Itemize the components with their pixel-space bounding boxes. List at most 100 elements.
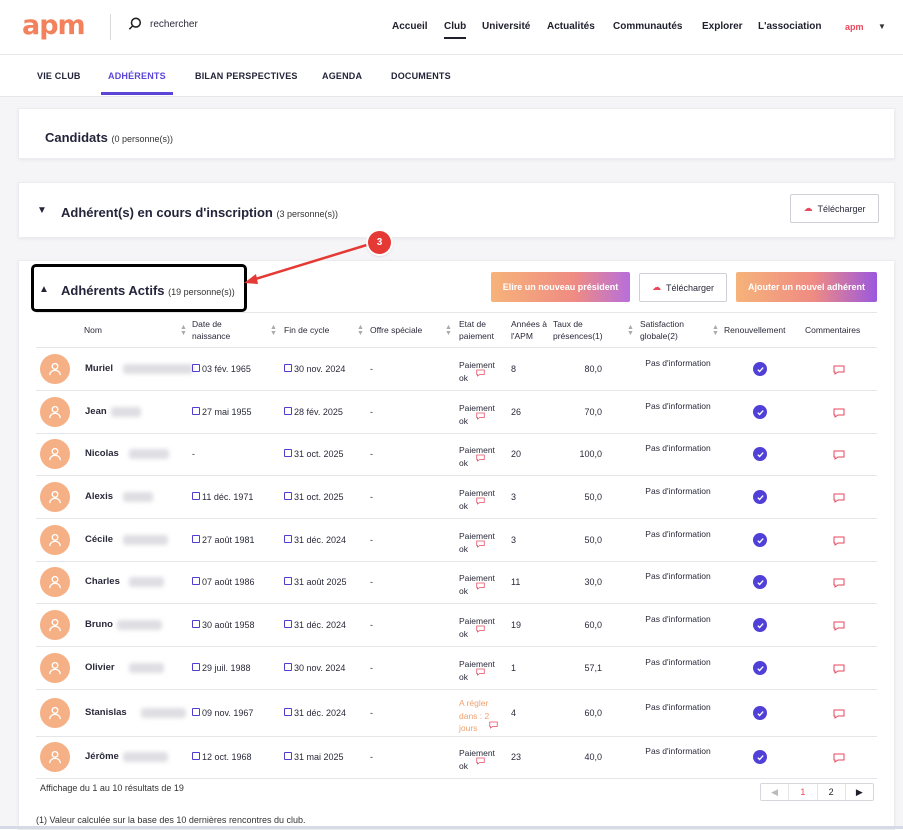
- comment-icon[interactable]: [833, 578, 845, 588]
- sort-icon[interactable]: ▲ ▼: [627, 324, 634, 337]
- comment-icon[interactable]: [833, 365, 845, 375]
- comment-icon[interactable]: [833, 450, 845, 460]
- global-satisfaction: Pas d'information: [645, 657, 711, 667]
- column-header[interactable]: Années à l'APM: [511, 318, 551, 342]
- calendar-icon: [192, 535, 200, 543]
- page-2-button[interactable]: 2: [818, 784, 846, 800]
- column-header[interactable]: Date de naissance: [192, 318, 247, 342]
- page-1-button[interactable]: 1: [789, 784, 818, 800]
- nav-association[interactable]: L'association: [758, 21, 822, 32]
- comment-icon[interactable]: [476, 625, 485, 633]
- comment-icon[interactable]: [833, 621, 845, 631]
- check-circle-icon[interactable]: [753, 362, 767, 376]
- global-satisfaction: Pas d'information: [645, 358, 711, 368]
- check-circle-icon[interactable]: [753, 447, 767, 461]
- attendance-rate: 50,0: [584, 492, 602, 502]
- sort-icon[interactable]: ▲ ▼: [270, 324, 277, 337]
- nav-communautes[interactable]: Communautés: [613, 21, 682, 32]
- check-circle-icon[interactable]: [753, 618, 767, 632]
- sort-icon[interactable]: ▲ ▼: [357, 324, 364, 337]
- column-header[interactable]: Renouvellement: [724, 324, 785, 336]
- column-header[interactable]: Fin de cycle: [284, 324, 329, 336]
- sort-icon[interactable]: ▲ ▼: [445, 324, 452, 337]
- nav-universite[interactable]: Université: [482, 21, 530, 32]
- nav-explorer[interactable]: Explorer: [702, 21, 743, 32]
- search-box[interactable]: rechercher: [128, 17, 198, 31]
- member-name[interactable]: Nicolas: [85, 448, 119, 460]
- comment-icon[interactable]: [833, 408, 845, 418]
- comment-icon[interactable]: [476, 757, 485, 765]
- comment-icon[interactable]: [476, 412, 485, 420]
- chevron-down-icon[interactable]: ▼: [37, 205, 47, 216]
- apm-logo[interactable]: apm: [22, 10, 86, 41]
- comment-icon[interactable]: [489, 721, 498, 729]
- member-name[interactable]: Charles: [85, 576, 120, 588]
- download-actifs-button[interactable]: ☁ Télécharger: [639, 273, 727, 302]
- cycle-end-text: 31 déc. 2024: [294, 708, 347, 718]
- tab-bilan[interactable]: BILAN PERSPECTIVES: [195, 71, 298, 81]
- elect-president-button[interactable]: Elire un nouveau président: [491, 272, 630, 302]
- tab-vie-club[interactable]: VIE CLUB: [37, 71, 81, 81]
- check-circle-icon[interactable]: [753, 533, 767, 547]
- check-circle-icon[interactable]: [753, 405, 767, 419]
- chevron-down-icon[interactable]: ▼: [878, 22, 886, 31]
- column-header[interactable]: Nom: [84, 324, 102, 336]
- comment-icon[interactable]: [833, 664, 845, 674]
- nav-club[interactable]: Club: [444, 21, 467, 39]
- member-name[interactable]: Bruno: [85, 619, 113, 631]
- sort-icon[interactable]: ▲ ▼: [712, 324, 719, 337]
- member-name[interactable]: Olivier: [85, 662, 115, 674]
- tab-documents[interactable]: DOCUMENTS: [391, 71, 451, 81]
- calendar-icon: [284, 577, 292, 585]
- search-placeholder[interactable]: rechercher: [150, 19, 198, 30]
- comment-icon[interactable]: [833, 536, 845, 546]
- member-name[interactable]: Jean: [85, 406, 107, 418]
- special-offer: -: [370, 620, 373, 630]
- sort-icon[interactable]: ▲ ▼: [180, 324, 187, 337]
- tab-agenda[interactable]: AGENDA: [322, 71, 362, 81]
- years-at-apm: 19: [511, 620, 522, 630]
- download-inscription-button[interactable]: ☁ Télécharger: [790, 194, 879, 223]
- check-circle-icon[interactable]: [753, 661, 767, 675]
- prev-page-button[interactable]: ◀: [761, 784, 790, 800]
- comment-icon[interactable]: [833, 493, 845, 503]
- avatar: [40, 397, 70, 427]
- member-name[interactable]: Cécile: [85, 534, 113, 546]
- account-logo[interactable]: apm: [845, 22, 864, 32]
- row-divider: [36, 475, 877, 476]
- calendar-icon: [192, 663, 200, 671]
- column-header[interactable]: Offre spéciale: [370, 324, 422, 336]
- column-header[interactable]: Satisfaction globale(2): [640, 318, 710, 342]
- check-circle-icon[interactable]: [753, 575, 767, 589]
- check-circle-icon[interactable]: [753, 706, 767, 720]
- comment-icon[interactable]: [476, 540, 485, 548]
- nav-actualites[interactable]: Actualités: [547, 21, 595, 32]
- comment-icon[interactable]: [833, 753, 845, 763]
- add-member-button[interactable]: Ajouter un nouvel adhérent: [736, 272, 877, 302]
- member-name[interactable]: Alexis: [85, 491, 113, 503]
- comment-icon[interactable]: [476, 497, 485, 505]
- redacted-surname: [123, 364, 193, 374]
- candidats-title[interactable]: Candidats (0 personne(s)): [45, 130, 173, 145]
- column-header[interactable]: Etat de paiement: [459, 318, 499, 342]
- column-header[interactable]: Taux de présences(1): [553, 318, 623, 342]
- nav-accueil[interactable]: Accueil: [392, 21, 428, 32]
- inscription-title[interactable]: Adhérent(s) en cours d'inscription (3 pe…: [61, 205, 338, 220]
- member-name[interactable]: Muriel: [85, 363, 113, 375]
- column-header[interactable]: Commentaires: [805, 324, 860, 336]
- check-circle-icon[interactable]: [753, 750, 767, 764]
- global-satisfaction: Pas d'information: [645, 443, 711, 453]
- global-satisfaction: Pas d'information: [645, 571, 711, 581]
- row-divider: [36, 736, 877, 737]
- member-name[interactable]: Stanislas: [85, 707, 127, 719]
- results-summary: Affichage du 1 au 10 résultats de 19: [40, 783, 184, 793]
- tab-adherents[interactable]: ADHÉRENTS: [108, 71, 166, 81]
- comment-icon[interactable]: [476, 454, 485, 462]
- comment-icon[interactable]: [476, 582, 485, 590]
- comment-icon[interactable]: [476, 668, 485, 676]
- member-name[interactable]: Jérôme: [85, 751, 119, 763]
- next-page-button[interactable]: ▶: [846, 784, 873, 800]
- check-circle-icon[interactable]: [753, 490, 767, 504]
- comment-icon[interactable]: [476, 369, 485, 377]
- comment-icon[interactable]: [833, 709, 845, 719]
